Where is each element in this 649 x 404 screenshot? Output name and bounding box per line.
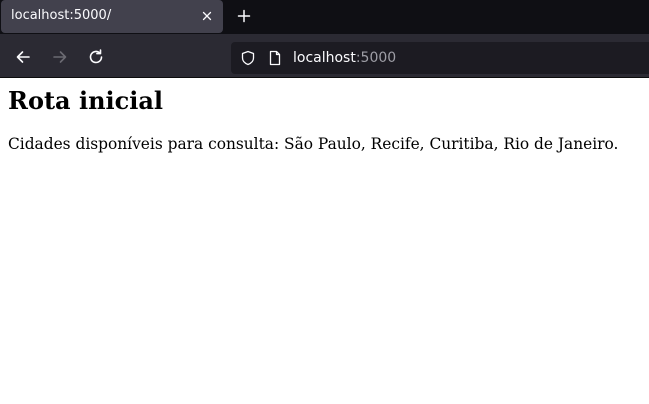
plus-icon[interactable]	[236, 8, 252, 24]
arrow-left-icon[interactable]	[14, 48, 32, 66]
page-paragraph: Cidades disponíveis para consulta: São P…	[8, 135, 619, 153]
url-text[interactable]: localhost:5000	[293, 50, 396, 66]
address-bar[interactable]: localhost:5000	[231, 42, 649, 74]
url-host: localhost	[293, 50, 356, 66]
close-icon[interactable]	[199, 8, 215, 24]
shield-icon[interactable]	[240, 50, 256, 66]
page-title: Rota inicial	[8, 86, 164, 115]
navigation-toolbar: localhost:5000	[0, 34, 649, 78]
reload-icon[interactable]	[87, 48, 105, 66]
page-icon[interactable]	[267, 50, 283, 66]
tab-title: localhost:5000/	[11, 8, 112, 23]
browser-window: localhost:5000/ localhost:5000 Rota inic…	[0, 0, 649, 404]
active-tab[interactable]: localhost:5000/	[1, 0, 223, 33]
page-content: Rota inicial Cidades disponíveis para co…	[0, 79, 649, 404]
url-port: :5000	[355, 50, 397, 66]
arrow-right-icon[interactable]	[51, 48, 69, 66]
tab-strip: localhost:5000/	[0, 0, 649, 34]
